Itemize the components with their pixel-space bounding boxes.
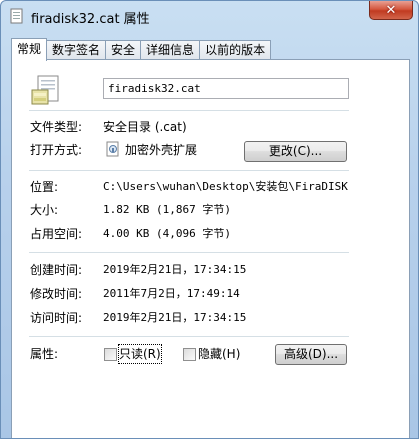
- tab-previous-versions[interactable]: 以前的版本: [199, 40, 272, 60]
- size-on-disk-label: 占用空间:: [30, 227, 83, 241]
- separator: [29, 170, 349, 171]
- attributes-label: 属性:: [30, 347, 59, 361]
- tab-strip: 常规 数字签名 安全 详细信息 以前的版本: [11, 38, 272, 61]
- separator: [29, 252, 349, 253]
- size-label: 大小:: [30, 203, 59, 217]
- created-row: 创建时间: 2019年2月21日，17:34:15: [12, 261, 409, 279]
- window-title: firadisk32.cat 属性: [31, 12, 150, 27]
- open-with-row: 打开方式: 加密外壳扩展: [12, 141, 409, 159]
- modified-value: 2011年7月2日，17:49:14: [103, 287, 240, 300]
- catalog-file-icon: [31, 75, 59, 105]
- close-icon: ✕: [385, 2, 397, 18]
- advanced-button[interactable]: 高级(D)...: [275, 344, 347, 365]
- tab-general[interactable]: 常规: [11, 38, 48, 61]
- close-button[interactable]: ✕: [369, 1, 413, 20]
- accessed-value: 2019年2月21日，17:34:15: [103, 311, 247, 324]
- file-name-field[interactable]: firadisk32.cat: [103, 78, 349, 99]
- size-on-disk-row: 占用空间: 4.00 KB (4,096 字节): [12, 225, 409, 243]
- size-on-disk-value: 4.00 KB (4,096 字节): [103, 227, 231, 240]
- modified-label: 修改时间:: [30, 287, 83, 301]
- hidden-checkbox[interactable]: [183, 348, 196, 361]
- general-panel: firadisk32.cat 文件类型: 安全目录 (.cat) 打开方式: 加…: [11, 59, 410, 438]
- location-value: C:\Users\wuhan\Desktop\安装包\FiraDISK: [103, 180, 348, 193]
- open-with-value: 加密外壳扩展: [125, 143, 198, 157]
- change-button[interactable]: 更改(C)...: [244, 141, 347, 162]
- tab-digital-signatures[interactable]: 数字签名: [46, 40, 107, 60]
- modified-row: 修改时间: 2011年7月2日，17:49:14: [12, 285, 409, 303]
- hidden-label[interactable]: 隐藏(H): [198, 345, 240, 363]
- properties-window: firadisk32.cat 属性 ✕ 常规 数字签名 安全 详细信息 以前的版…: [0, 0, 419, 439]
- file-icon-small: [10, 8, 23, 24]
- file-type-value: 安全目录 (.cat): [103, 120, 187, 134]
- file-type-row: 文件类型: 安全目录 (.cat): [12, 118, 409, 136]
- tab-security[interactable]: 安全: [105, 40, 142, 60]
- title-bar[interactable]: firadisk32.cat 属性 ✕: [1, 1, 418, 31]
- attributes-row: 属性: 只读(R) 隐藏(H): [12, 344, 409, 364]
- size-row: 大小: 1.82 KB (1,867 字节): [12, 201, 409, 219]
- location-label: 位置:: [30, 180, 59, 194]
- created-label: 创建时间:: [30, 263, 83, 277]
- open-with-label: 打开方式:: [30, 143, 83, 157]
- file-type-label: 文件类型:: [30, 120, 83, 134]
- separator: [29, 336, 349, 337]
- readonly-checkbox[interactable]: [104, 348, 117, 361]
- location-row: 位置: C:\Users\wuhan\Desktop\安装包\FiraDISK: [12, 178, 409, 196]
- created-value: 2019年2月21日，17:34:15: [103, 263, 247, 276]
- size-value: 1.82 KB (1,867 字节): [103, 203, 231, 216]
- shield-key-icon: [106, 141, 119, 157]
- accessed-row: 访问时间: 2019年2月21日，17:34:15: [12, 309, 409, 327]
- readonly-label[interactable]: 只读(R): [118, 344, 162, 364]
- accessed-label: 访问时间:: [30, 311, 83, 325]
- separator: [29, 110, 349, 111]
- tab-details[interactable]: 详细信息: [140, 40, 201, 60]
